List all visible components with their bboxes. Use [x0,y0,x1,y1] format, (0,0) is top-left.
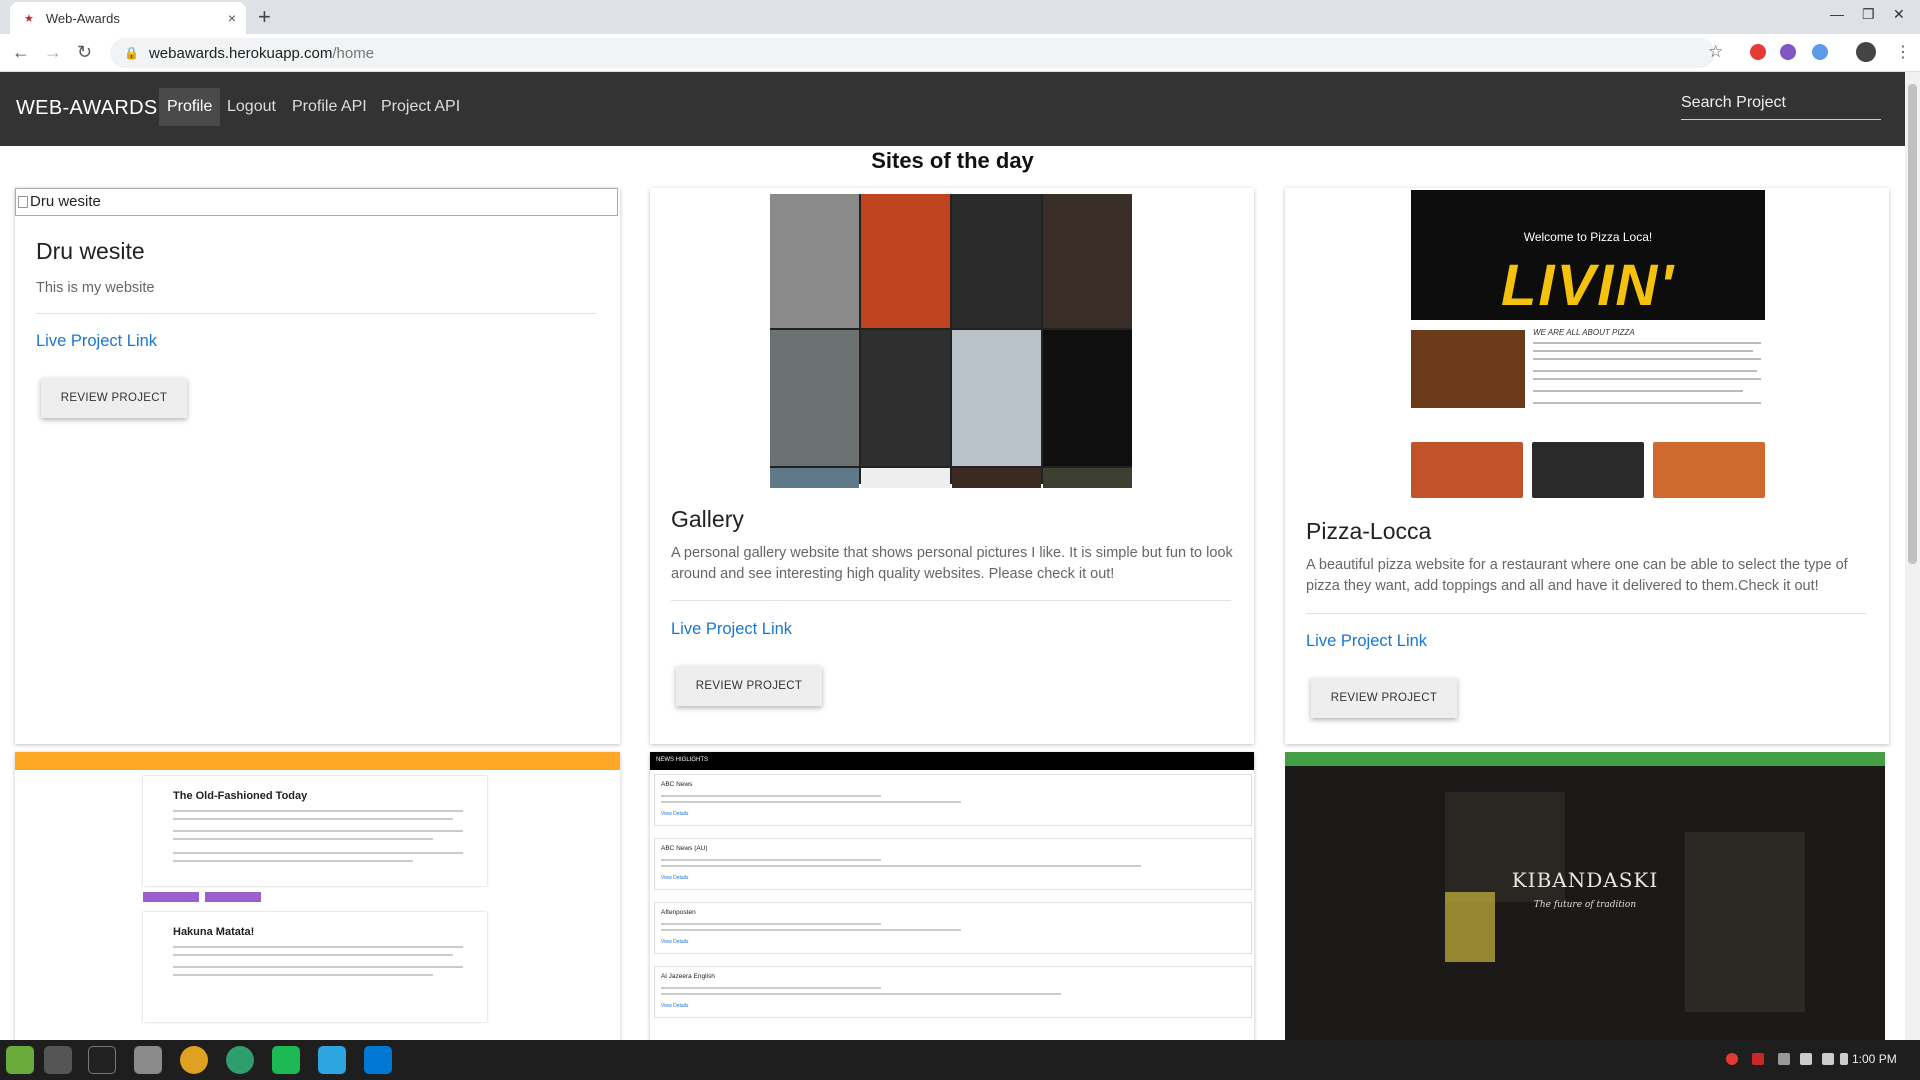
scrollbar-thumb[interactable] [1908,84,1917,564]
pizza-photo [1532,442,1644,498]
minimize-icon[interactable]: — [1830,6,1844,22]
shield-icon[interactable] [1752,1053,1764,1065]
review-project-button[interactable]: REVIEW PROJECT [1311,678,1457,718]
project-title: Pizza-Locca [1306,518,1432,544]
preview-post: The Old-Fashioned Today [143,776,487,886]
vscode-icon[interactable] [364,1046,392,1074]
chrome-icon[interactable] [180,1046,208,1074]
live-project-link[interactable]: Live Project Link [671,620,792,639]
project-description: A personal gallery website that shows pe… [671,545,1233,582]
divider [671,600,1231,601]
page-scrollbar[interactable] [1905,72,1920,1040]
close-tab-icon[interactable]: × [228,10,236,26]
os-taskbar: 1:00 PM [0,1040,1920,1080]
terminal-icon[interactable] [88,1046,116,1074]
nav-link-project-api[interactable]: Project API [381,98,460,116]
nav-link-profile-api[interactable]: Profile API [292,98,367,116]
project-title: Gallery [671,506,744,532]
page-content: Sites of the day Dru wesite Dru wesite T… [0,146,1905,1040]
preview-navbar [1285,752,1885,766]
broken-image-icon [18,196,28,209]
project-image: The Old-Fashioned Today Hakuna Matata! [15,752,620,1040]
project-title: Dru wesite [36,238,145,264]
project-description: A beautiful pizza website for a restaura… [1306,557,1848,594]
url-path: /home [332,44,375,62]
preview-navbar [15,752,620,770]
live-project-link[interactable]: Live Project Link [1306,632,1427,651]
avatar[interactable] [1856,42,1876,62]
spotify-icon[interactable] [272,1046,300,1074]
image-alt-text: Dru wesite [30,193,101,210]
favicon-icon: ★ [24,12,34,25]
project-card: Dru wesite Dru wesite This is my website… [15,188,620,744]
browser-tab-bar: ★ Web-Awards × + — ❐ ✕ [0,0,1920,34]
window-close-icon[interactable]: ✕ [1893,6,1905,23]
extension-icon[interactable] [1812,44,1828,60]
preview-title: KIBANDASKI [1511,868,1659,892]
project-image: NEWS HIGLIGHTS ABC News View Details ABC… [650,752,1254,1040]
live-project-link[interactable]: Live Project Link [36,332,157,351]
restore-icon[interactable]: ❐ [1862,6,1875,23]
nav-link-logout[interactable]: Logout [227,98,276,116]
mint-menu-icon[interactable] [6,1046,34,1074]
divider [36,313,596,314]
show-desktop-icon[interactable] [44,1046,72,1074]
project-image [770,194,1132,488]
review-project-button[interactable]: REVIEW PROJECT [676,666,822,706]
browser-tab[interactable]: ★ Web-Awards × [10,2,246,34]
pizza-hero-text: LIVIN' [1500,253,1676,318]
bookmark-star-icon[interactable]: ☆ [1708,42,1723,62]
forward-icon[interactable]: → [44,42,62,63]
nav-link-profile[interactable]: Profile [159,88,221,126]
pizza-photo [1653,442,1765,498]
preview-post-title: Hakuna Matata! [173,926,255,938]
site-navbar: WEB-AWARDS Profile Logout Profile API Pr… [0,72,1920,146]
news-item: ABC News View Details [654,774,1252,826]
clock[interactable]: 1:00 PM [1852,1052,1897,1066]
opera-extension-icon[interactable] [1750,44,1766,60]
browser-menu-icon[interactable]: ⋮ [1895,42,1911,62]
browser-toolbar: ← → ↻ 🔒 webawards.herokuapp.com/home ☆ ⋮ [0,34,1920,72]
files-icon[interactable] [134,1046,162,1074]
url-host: webawards.herokuapp.com [148,44,333,62]
reload-icon[interactable]: ↻ [77,42,92,63]
back-icon[interactable]: ← [12,42,30,63]
new-tab-button[interactable]: + [258,4,271,30]
search-box [1681,90,1881,120]
preview-navbar: NEWS HIGLIGHTS [650,752,1254,770]
lock-icon: 🔒 [124,46,139,60]
atom-icon[interactable] [226,1046,254,1074]
preview-post-title: The Old-Fashioned Today [173,790,308,802]
preview-post: Hakuna Matata! [143,912,487,1022]
divider [1306,613,1866,614]
preview-tagline: The future of tradition [1533,900,1637,910]
page-title: Sites of the day [871,148,1034,173]
project-card: Gallery A personal gallery website that … [650,188,1254,744]
bluetooth-icon[interactable] [1778,1053,1790,1065]
address-bar[interactable]: 🔒 webawards.herokuapp.com/home [110,38,1715,68]
search-input[interactable] [1681,94,1881,112]
news-item: Al Jazeera English View Details [654,966,1252,1018]
battery-icon[interactable] [1840,1053,1848,1065]
pizza-photo [1411,442,1523,498]
pizza-welcome-text: Welcome to Pizza Loca! [1523,230,1653,244]
pizza-oven-photo [1411,330,1525,408]
project-description: This is my website [36,280,155,296]
project-card: Welcome to Pizza Loca! LIVIN' WE ARE ALL… [1285,188,1889,744]
notification-icon[interactable] [1726,1053,1738,1065]
volume-icon[interactable] [1822,1053,1834,1065]
project-image: Dru wesite [15,188,618,216]
wifi-icon[interactable] [1800,1053,1812,1065]
news-item: Aftenposten View Details [654,902,1252,954]
project-image: KIBANDASKI The future of tradition [1285,752,1885,1040]
project-image: Welcome to Pizza Loca! LIVIN' WE ARE ALL… [1411,190,1765,498]
telegram-icon[interactable] [318,1046,346,1074]
tab-title: Web-Awards [45,10,120,26]
news-item: ABC News (AU) View Details [654,838,1252,890]
review-project-button[interactable]: REVIEW PROJECT [41,378,187,418]
site-brand[interactable]: WEB-AWARDS [16,97,158,120]
extension-icon[interactable] [1780,44,1796,60]
pizza-section-title: WE ARE ALL ABOUT PIZZA [1533,328,1635,337]
